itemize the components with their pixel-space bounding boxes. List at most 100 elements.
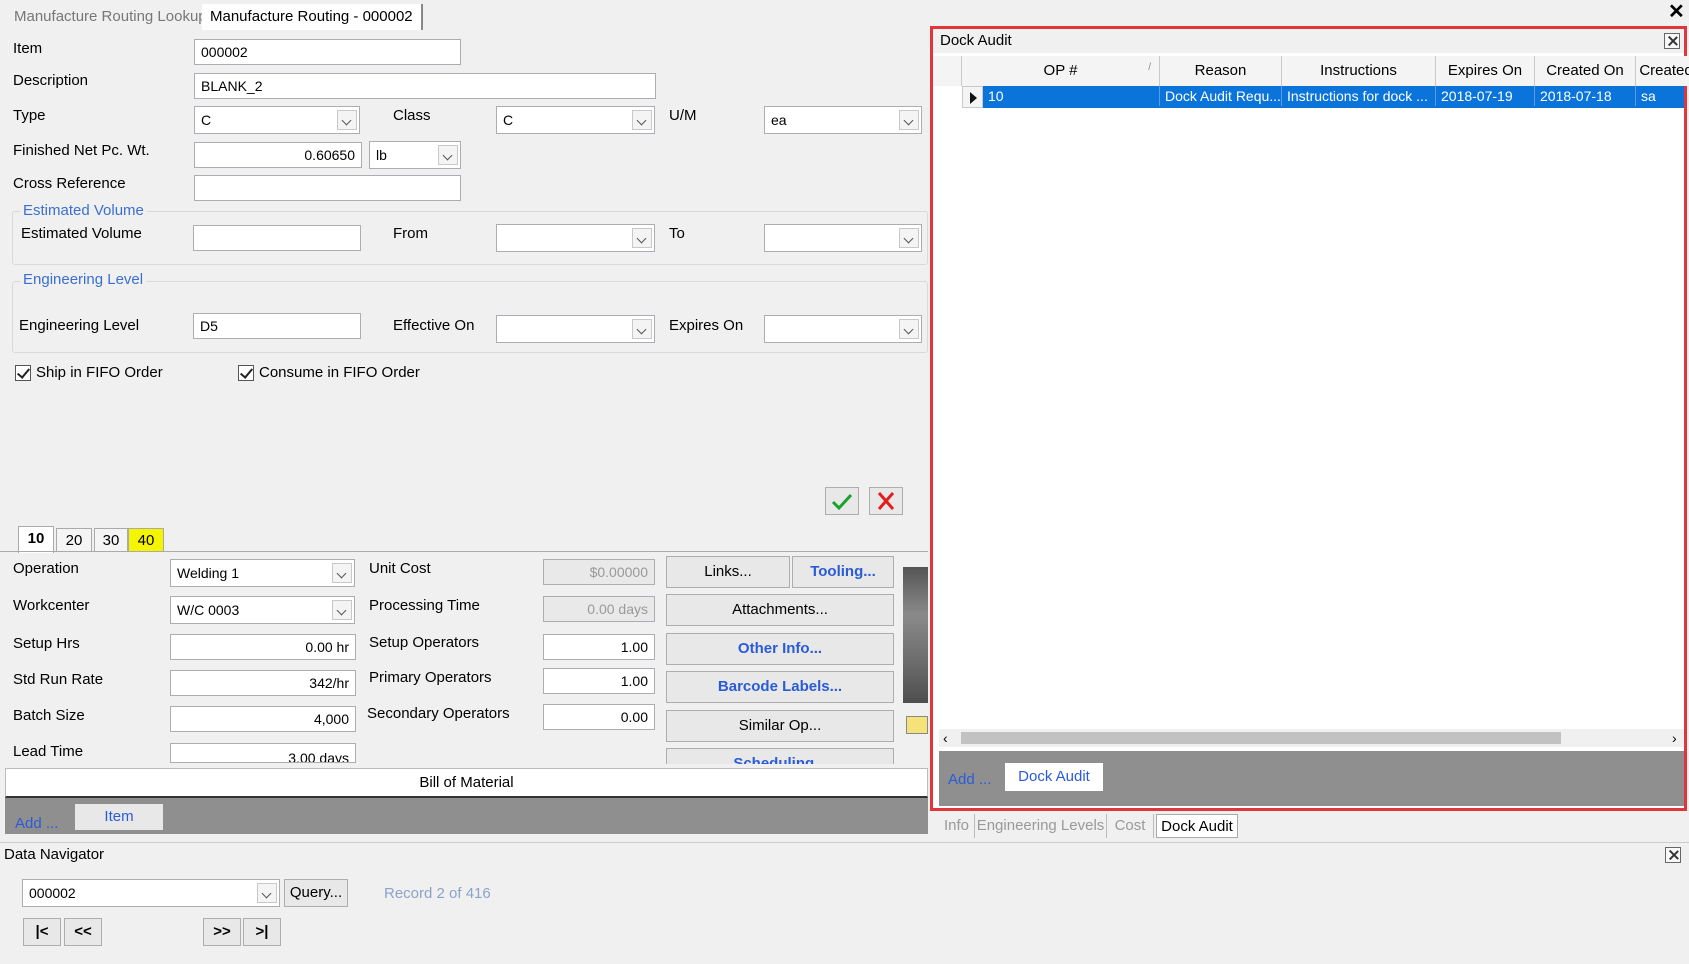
links-button[interactable]: Links... bbox=[666, 556, 790, 588]
to-date-select[interactable] bbox=[764, 224, 922, 252]
first-record-button[interactable]: |< bbox=[23, 918, 61, 946]
chevron-down-icon[interactable] bbox=[332, 563, 352, 583]
consume-fifo-checkbox[interactable] bbox=[238, 365, 254, 381]
scheduling-button[interactable]: Scheduling... bbox=[666, 748, 894, 764]
operation-select[interactable]: Welding 1 bbox=[170, 559, 355, 587]
tab-engineering-levels[interactable]: Engineering Levels bbox=[975, 814, 1107, 838]
eng-level-field[interactable]: D5 bbox=[193, 313, 361, 339]
doc-tab-bar: Manufacture Routing Lookup Manufacture R… bbox=[0, 0, 930, 32]
save-button[interactable] bbox=[825, 487, 859, 515]
lead-time-field[interactable]: 3.00 days bbox=[170, 743, 356, 763]
secondary-ops-field[interactable]: 0.00 bbox=[543, 704, 655, 730]
workcenter-select[interactable]: W/C 0003 bbox=[170, 596, 355, 624]
type-select[interactable]: C bbox=[194, 106, 360, 134]
attachments-button[interactable]: Attachments... bbox=[666, 594, 894, 626]
col-instructions[interactable]: Instructions bbox=[1282, 56, 1436, 86]
close-icon[interactable] bbox=[1664, 33, 1680, 49]
proc-time-label: Processing Time bbox=[369, 597, 480, 614]
last-record-button[interactable]: >| bbox=[243, 918, 281, 946]
setup-ops-field[interactable]: 1.00 bbox=[543, 634, 655, 660]
std-run-field[interactable]: 342/hr bbox=[170, 670, 356, 696]
tab-op-40[interactable]: 40 bbox=[128, 528, 164, 552]
dock-audit-add-link[interactable]: Add ... bbox=[948, 771, 991, 788]
batch-size-field[interactable]: 4,000 bbox=[170, 706, 356, 732]
est-volume-field[interactable] bbox=[193, 225, 361, 251]
secondary-ops-label: Secondary Operators bbox=[367, 705, 510, 722]
item-field[interactable]: 000002 bbox=[194, 39, 461, 65]
effective-on-select[interactable] bbox=[496, 315, 655, 343]
from-date-select[interactable] bbox=[496, 224, 655, 252]
col-expires-on[interactable]: Expires On bbox=[1436, 56, 1535, 86]
dock-audit-row[interactable]: 10 Dock Audit Requ... Instructions for d… bbox=[962, 86, 1684, 108]
scroll-thumb[interactable] bbox=[961, 732, 1561, 744]
class-value: C bbox=[503, 112, 514, 128]
chevron-down-icon[interactable] bbox=[337, 110, 357, 130]
tab-info[interactable]: Info bbox=[939, 814, 975, 838]
primary-ops-field[interactable]: 1.00 bbox=[543, 668, 655, 694]
col-created-on[interactable]: Created On bbox=[1535, 56, 1636, 86]
net-wt-unit-select[interactable]: lb bbox=[369, 141, 461, 169]
primary-ops-label: Primary Operators bbox=[369, 669, 492, 686]
consume-fifo-label: Consume in FIFO Order bbox=[259, 364, 420, 381]
chevron-down-icon[interactable] bbox=[332, 600, 352, 620]
cell-reason: Dock Audit Requ... bbox=[1160, 86, 1282, 106]
barcode-labels-button[interactable]: Barcode Labels... bbox=[666, 671, 894, 703]
chevron-down-icon[interactable] bbox=[632, 319, 652, 339]
unit-cost-label: Unit Cost bbox=[369, 560, 431, 577]
tab-cost[interactable]: Cost bbox=[1107, 814, 1154, 838]
close-icon[interactable] bbox=[1665, 847, 1681, 863]
col-created-by[interactable]: Created bbox=[1636, 56, 1689, 86]
col-op[interactable]: OP # / bbox=[962, 56, 1160, 86]
description-field[interactable]: BLANK_2 bbox=[194, 73, 656, 99]
tab-dock-audit[interactable]: Dock Audit bbox=[1156, 814, 1238, 838]
horizontal-scrollbar[interactable]: ‹ › bbox=[939, 729, 1684, 747]
class-select[interactable]: C bbox=[496, 106, 655, 134]
expires-on-select[interactable] bbox=[764, 315, 922, 343]
eng-level-group-title: Engineering Level bbox=[20, 271, 147, 288]
cell-created-on: 2018-07-18 bbox=[1535, 86, 1636, 106]
tab-op-20[interactable]: 20 bbox=[56, 528, 92, 552]
ship-fifo-checkbox[interactable] bbox=[15, 365, 31, 381]
navigator-record-select[interactable]: 000002 bbox=[22, 879, 280, 907]
tab-op-30[interactable]: 30 bbox=[94, 528, 128, 552]
check-icon bbox=[831, 493, 853, 511]
type-label: Type bbox=[13, 107, 46, 124]
est-volume-group-title: Estimated Volume bbox=[20, 202, 147, 219]
row-cells: 10 Dock Audit Requ... Instructions for d… bbox=[983, 86, 1684, 108]
tab-routing-active[interactable]: Manufacture Routing - 000002 bbox=[202, 4, 423, 30]
folder-icon[interactable] bbox=[906, 716, 928, 734]
next-record-button[interactable]: >> bbox=[203, 918, 241, 946]
chevron-down-icon[interactable] bbox=[899, 228, 919, 248]
unit-cost-field: $0.00000 bbox=[543, 559, 655, 585]
other-info-button[interactable]: Other Info... bbox=[666, 633, 894, 665]
setup-hrs-field[interactable]: 0.00 hr bbox=[170, 634, 356, 660]
chevron-down-icon[interactable] bbox=[899, 110, 919, 130]
chevron-down-icon[interactable] bbox=[257, 883, 277, 903]
chevron-down-icon[interactable] bbox=[899, 319, 919, 339]
query-button[interactable]: Query... bbox=[284, 879, 348, 907]
col-reason[interactable]: Reason bbox=[1160, 56, 1282, 86]
chevron-down-icon[interactable] bbox=[438, 145, 458, 165]
bom-item-tab[interactable]: Item bbox=[75, 804, 163, 830]
cross-ref-field[interactable] bbox=[194, 175, 461, 201]
operation-label: Operation bbox=[13, 560, 79, 577]
um-value: ea bbox=[771, 112, 787, 128]
um-select[interactable]: ea bbox=[764, 106, 922, 134]
prev-record-button[interactable]: << bbox=[64, 918, 102, 946]
class-label: Class bbox=[393, 107, 431, 124]
similar-op-button[interactable]: Similar Op... bbox=[666, 710, 894, 742]
cancel-button[interactable] bbox=[869, 487, 903, 515]
proc-time-field: 0.00 days bbox=[543, 596, 655, 622]
scroll-left-icon[interactable]: ‹ bbox=[943, 729, 948, 747]
tooling-button[interactable]: Tooling... bbox=[792, 556, 894, 588]
close-window-icon[interactable]: ✕ bbox=[1668, 2, 1685, 22]
net-wt-field[interactable]: 0.60650 bbox=[194, 142, 362, 168]
scroll-right-icon[interactable]: › bbox=[1672, 729, 1677, 747]
um-label: U/M bbox=[669, 107, 697, 124]
chevron-down-icon[interactable] bbox=[632, 228, 652, 248]
tab-op-10[interactable]: 10 bbox=[18, 526, 54, 553]
dock-audit-tab-button[interactable]: Dock Audit bbox=[1005, 763, 1103, 791]
tab-routing-lookup[interactable]: Manufacture Routing Lookup bbox=[6, 6, 215, 28]
bom-add-link[interactable]: Add ... bbox=[15, 815, 58, 832]
chevron-down-icon[interactable] bbox=[632, 110, 652, 130]
